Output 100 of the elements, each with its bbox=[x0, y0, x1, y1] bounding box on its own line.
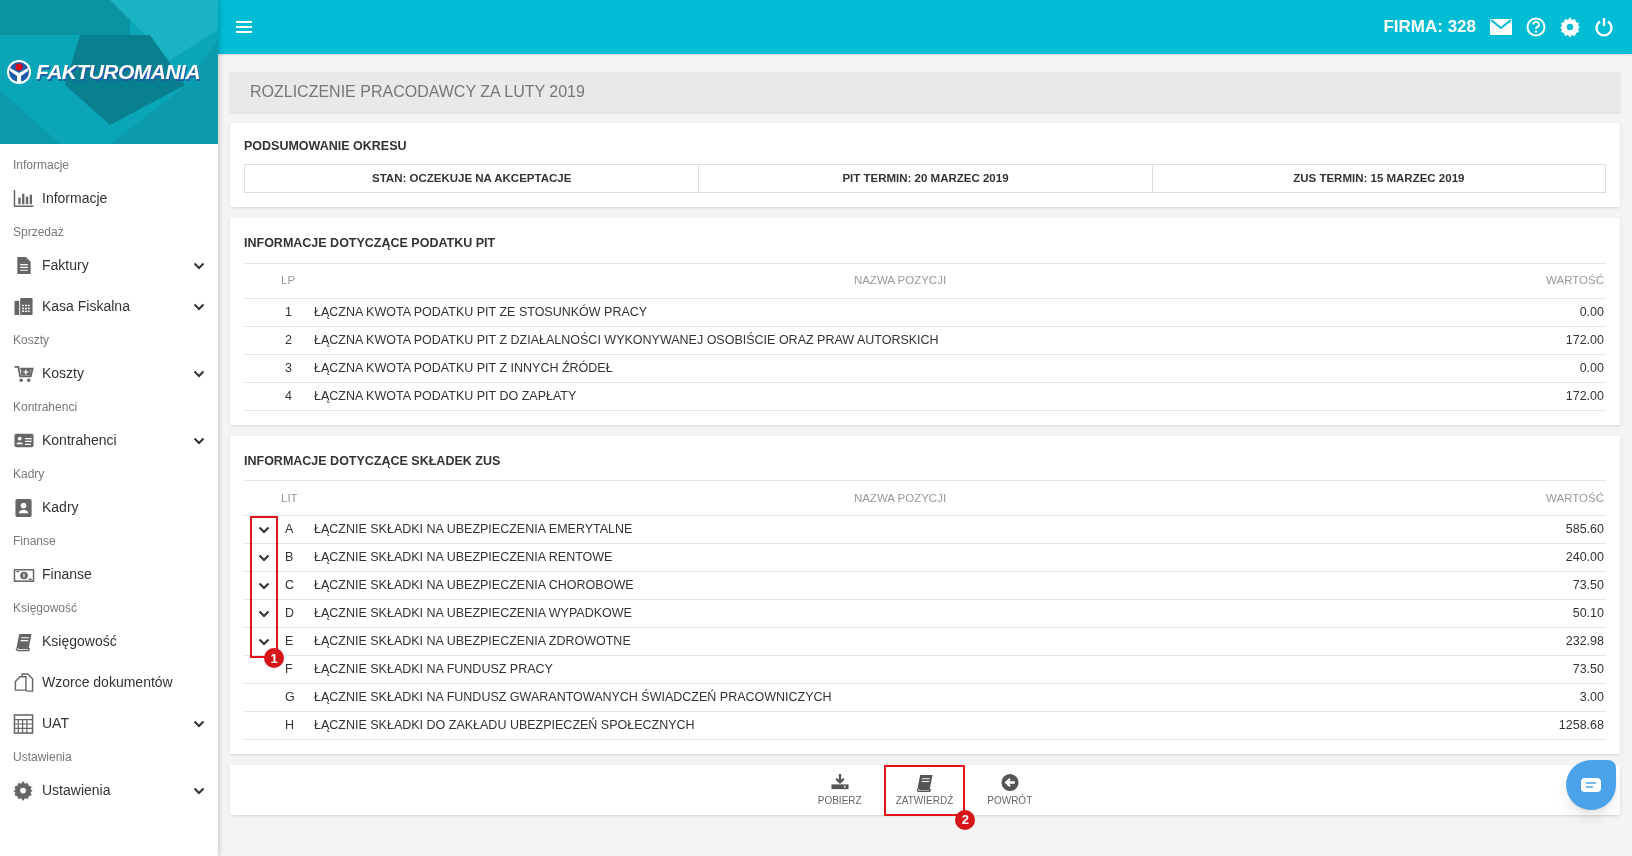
table-cell-text: 73.50 bbox=[1571, 661, 1605, 679]
table-cell-text: D bbox=[284, 605, 295, 623]
table-cell-text: 0.00 bbox=[1578, 359, 1605, 377]
table-cell-text: E bbox=[284, 633, 294, 651]
chevron-down-icon bbox=[258, 525, 270, 534]
table-cell-text: STAN: OCZEKUJE NA AKCEPTACJE bbox=[371, 170, 573, 186]
table-cell-text: ŁĄCZNA KWOTA PODATKU PIT ZE STOSUNKÓW PRACY bbox=[314, 303, 649, 321]
cash-register-icon bbox=[13, 296, 35, 317]
table-cell-text: ŁĄCZNA KWOTA PODATKU PIT Z INNYCH ŹRÓDEŁ bbox=[314, 359, 614, 377]
table-cell-text: 232.98 bbox=[1564, 633, 1605, 651]
chevron-down-icon bbox=[258, 553, 270, 562]
settings-icon[interactable] bbox=[1560, 17, 1580, 37]
card-title: INFORMACJE DOTYCZĄCE SKŁADEK ZUS bbox=[244, 451, 1606, 482]
chevron-down-icon bbox=[258, 581, 270, 590]
table-cell-text: ŁĄCZNIE SKŁADKI NA FUNDUSZ PRACY bbox=[314, 661, 554, 679]
chevron-down-icon bbox=[258, 609, 270, 618]
column-header: WARTOŚĆ bbox=[1545, 272, 1605, 288]
chevron-down-icon bbox=[193, 302, 205, 311]
chevron-down-icon bbox=[193, 786, 205, 795]
column-header: WARTOŚĆ bbox=[1545, 490, 1605, 506]
table-cell: ZUS TERMIN: 15 MARZEC 2019 bbox=[1151, 164, 1605, 192]
menu-button[interactable] bbox=[236, 21, 252, 33]
chevron-down-icon bbox=[258, 637, 270, 646]
table-cell-text: A bbox=[284, 521, 294, 539]
page-title: ROZLICZENIE PRACODAWCY ZA LUTY 2019 bbox=[250, 82, 585, 102]
cart-icon bbox=[13, 363, 35, 384]
chat-button[interactable] bbox=[1566, 760, 1616, 810]
logo-text: FAKTUROMANIA bbox=[36, 59, 201, 86]
column-header: LP bbox=[280, 272, 297, 288]
table-cell-text: ŁĄCZNA KWOTA PODATKU PIT Z DZIAŁALNOŚCI WYKONYWANEJ OSOBIŚCIE ORAZ PRAW AUTORSKICH bbox=[314, 331, 940, 349]
sidebar-item[interactable]: Faktury bbox=[0, 245, 218, 286]
menu-icon bbox=[236, 21, 252, 33]
contact-book-icon bbox=[13, 497, 35, 518]
chevron-down-icon bbox=[193, 719, 205, 728]
section-label: Księgowość bbox=[12, 600, 79, 617]
sidebar-item[interactable]: Kasa Fiskalna bbox=[0, 286, 218, 327]
table-cell-text: H bbox=[284, 717, 295, 735]
copy-icon bbox=[13, 672, 35, 693]
table-cell-text: C bbox=[284, 577, 295, 595]
download-icon bbox=[829, 772, 850, 792]
logo-icon bbox=[6, 59, 32, 85]
column-header: NAZWA POZYCJI bbox=[852, 272, 948, 288]
help-icon[interactable] bbox=[1526, 17, 1546, 37]
table-cell-text: 2 bbox=[284, 331, 292, 349]
table-cell-text: 240.00 bbox=[1564, 549, 1605, 567]
sidebar-item[interactable]: Księgowość bbox=[0, 621, 218, 662]
annotation-badge: 1 bbox=[264, 648, 284, 669]
section-label: Koszty bbox=[12, 332, 50, 349]
table-cell: PIT TERMIN: 20 MARZEC 2019 bbox=[698, 164, 1152, 192]
chevron-down-icon bbox=[193, 261, 205, 270]
sidebar-item[interactable]: Kontrahenci bbox=[0, 420, 218, 461]
sidebar-item[interactable]: Wzorce dokumentów bbox=[0, 662, 218, 703]
table-cell-text: 585.60 bbox=[1564, 521, 1605, 539]
company-label: FIRMA: 328 bbox=[1383, 16, 1476, 39]
column-header: NAZWA POZYCJI bbox=[852, 490, 948, 506]
chart-icon bbox=[13, 188, 35, 209]
table-cell-text: ŁĄCZNIE SKŁADKI NA UBEZPIECZENIA CHOROBOWE bbox=[314, 577, 635, 595]
table-cell-text: 1258.68 bbox=[1557, 717, 1605, 735]
table-cell-text: 73.50 bbox=[1571, 577, 1605, 595]
mail-icon[interactable] bbox=[1490, 19, 1512, 35]
table-cell-text: 3.00 bbox=[1578, 689, 1605, 707]
table-cell-text: F bbox=[284, 661, 293, 679]
table-cell-text: 3 bbox=[284, 359, 292, 377]
table-cell-text: 172.00 bbox=[1564, 331, 1605, 349]
sidebar-item[interactable]: Finanse bbox=[0, 554, 218, 595]
section-label: Sprzedaż bbox=[12, 224, 65, 241]
annotation-badge: 2 bbox=[955, 809, 976, 830]
settings-icon bbox=[13, 780, 35, 801]
book-icon bbox=[914, 772, 935, 792]
sidebar-item[interactable]: Informacje bbox=[0, 178, 218, 219]
section-label: Finanse bbox=[12, 533, 57, 550]
table-cell-text: ŁĄCZNA KWOTA PODATKU PIT DO ZAPŁATY bbox=[314, 387, 578, 405]
table-cell-text: 4 bbox=[284, 387, 292, 405]
section-label: Kontrahenci bbox=[12, 399, 79, 416]
action-button[interactable]: POBIERZ bbox=[809, 769, 870, 811]
section-label: Informacje bbox=[12, 157, 71, 174]
table-cell-text: ŁĄCZNIE SKŁADKI NA UBEZPIECZENIA ZDROWOTNE bbox=[314, 633, 632, 651]
chevron-down-icon bbox=[193, 436, 205, 445]
sidebar-item[interactable]: Koszty bbox=[0, 353, 218, 394]
table-cell-text: 172.00 bbox=[1564, 387, 1605, 405]
table-cell-text: ŁĄCZNIE SKŁADKI DO ZAKŁADU UBEZPIECZEŃ SPOŁECZNYCH bbox=[314, 716, 696, 735]
card-title: PODSUMOWANIE OKRESU bbox=[244, 138, 408, 155]
power-icon[interactable] bbox=[1594, 17, 1614, 37]
table-cell-text: G bbox=[284, 689, 295, 707]
card-title: INFORMACJE DOTYCZĄCE PODATKU PIT bbox=[244, 233, 1606, 264]
column-header: LIT bbox=[280, 490, 299, 506]
table-cell-text: 0.00 bbox=[1578, 303, 1605, 321]
table-cell-text: ŁĄCZNIE SKŁADKI NA UBEZPIECZENIA WYPADKOWE bbox=[314, 605, 633, 623]
section-label: Ustawienia bbox=[12, 749, 73, 766]
table-cell-text: 1 bbox=[284, 303, 292, 321]
sidebar-item[interactable]: Ustawienia bbox=[0, 770, 218, 811]
table-cell-text: ŁĄCZNIE SKŁADKI NA UBEZPIECZENIA EMERYTALNE bbox=[314, 521, 634, 539]
action-button[interactable]: POWRÓT bbox=[979, 769, 1041, 811]
section-label: Kadry bbox=[12, 466, 46, 483]
table-cell-text: 50.10 bbox=[1571, 605, 1605, 623]
table-cell-text: B bbox=[284, 549, 294, 567]
sidebar-item[interactable]: UAT bbox=[0, 703, 218, 744]
chevron-down-icon bbox=[193, 369, 205, 378]
chat-icon bbox=[1581, 778, 1601, 792]
sidebar-item[interactable]: Kadry bbox=[0, 487, 218, 528]
